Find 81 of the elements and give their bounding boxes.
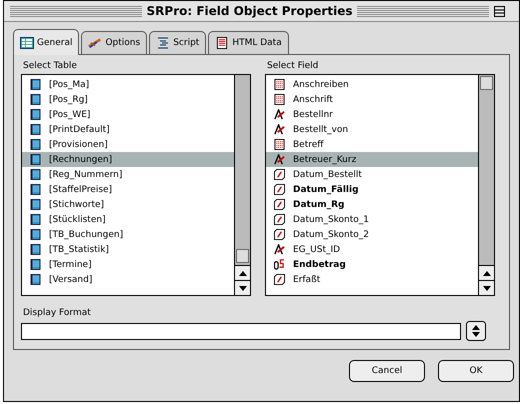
list-label: Select Table [22, 61, 78, 71]
stepper-icon[interactable] [466, 321, 486, 341]
table-item[interactable]: [StaffelPreise] [22, 182, 234, 197]
letter-a-icon [274, 154, 285, 165]
table-item[interactable]: [Stichworte] [22, 197, 234, 212]
table-item[interactable]: [Pos_Ma] [22, 77, 234, 92]
table-item[interactable]: [Pos_Rg] [22, 92, 234, 107]
letter-a-icon [274, 109, 285, 120]
window-title: SRPro: Field Object Properties [146, 4, 352, 18]
table-icon [30, 259, 41, 270]
table-icon [30, 139, 41, 150]
number-icon [274, 259, 285, 270]
table-item[interactable]: [TB_Statistik] [22, 242, 234, 257]
calendar-icon [274, 199, 285, 210]
field-label: Display Format [22, 308, 92, 318]
field-item[interactable]: Betreuer_Kurz [266, 152, 478, 167]
letter-a-icon [274, 124, 285, 135]
field-item[interactable]: Endbetrag [266, 257, 478, 272]
table-icon [30, 274, 41, 285]
field-item[interactable]: Datum_Bestellt [266, 167, 478, 182]
collapse-box-icon[interactable] [494, 6, 506, 16]
field-item[interactable]: Anschrift [266, 92, 478, 107]
table-icon [30, 184, 41, 195]
calendar-icon [274, 229, 285, 240]
field-item[interactable]: EG_USt_ID [266, 242, 478, 257]
up-arrow-icon[interactable] [238, 270, 246, 276]
table-icon [30, 124, 41, 135]
pencil-icon [88, 37, 102, 49]
table-icon [30, 199, 41, 210]
field-item[interactable]: Erfaßt [266, 272, 478, 287]
field-item[interactable]: Datum_Skonto_1 [266, 212, 478, 227]
text-field-icon [274, 94, 285, 105]
field-item[interactable]: Datum_Fällig [266, 182, 478, 197]
dialog-button[interactable]: Cancel [349, 360, 425, 382]
table-icon [30, 94, 41, 105]
down-arrow-icon[interactable] [482, 286, 490, 290]
table-item[interactable]: [Pos_WE] [22, 107, 234, 122]
table-icon [30, 169, 41, 180]
table-item[interactable]: [Termine] [22, 257, 234, 272]
scroll-thumb[interactable] [480, 76, 493, 90]
form-icon [20, 36, 34, 48]
down-arrow-icon[interactable] [238, 286, 246, 290]
field-item[interactable]: Datum_Rg [266, 197, 478, 212]
calendar-icon [274, 274, 285, 285]
calendar-icon [274, 169, 285, 180]
table-item[interactable]: [Rechnungen] [22, 152, 234, 167]
table-item[interactable]: [TB_Buchungen] [22, 227, 234, 242]
scrollbar[interactable] [478, 75, 494, 295]
tab[interactable]: Options [81, 31, 148, 54]
text-field-icon [274, 79, 285, 90]
up-arrow-icon[interactable] [482, 270, 490, 276]
calendar-icon [274, 184, 285, 195]
document-icon [215, 37, 230, 49]
field-item[interactable]: Bestellnr [266, 107, 478, 122]
field-item[interactable]: Betreff [266, 137, 478, 152]
table-icon [30, 154, 41, 165]
list-label: Select Field [266, 61, 320, 71]
table-icon [30, 109, 41, 120]
calendar-icon [274, 214, 285, 225]
display-format-field[interactable] [21, 322, 461, 340]
scroll-thumb[interactable] [236, 249, 249, 263]
scrollbar[interactable] [234, 75, 250, 295]
letter-a-icon [274, 244, 285, 255]
table-item[interactable]: [Reg_Nummern] [22, 167, 234, 182]
table-icon [30, 229, 41, 240]
table-icon [30, 244, 41, 255]
table-item[interactable]: [Versand] [22, 272, 234, 287]
dialog-button[interactable]: OK [438, 360, 514, 382]
field-item[interactable]: Datum_Skonto_2 [266, 227, 478, 242]
table-icon [30, 214, 41, 225]
text-field-icon [274, 139, 285, 150]
field-item[interactable]: Anschreiben [266, 77, 478, 92]
table-item[interactable]: [Provisionen] [22, 137, 234, 152]
script-icon [156, 37, 170, 49]
field-item[interactable]: Bestellt_von [266, 122, 478, 137]
table-item[interactable]: [Stücklisten] [22, 212, 234, 227]
tab[interactable]: Script [149, 31, 206, 54]
table-item[interactable]: [PrintDefault] [22, 122, 234, 137]
table-icon [30, 79, 41, 90]
tab[interactable]: General [13, 29, 80, 55]
tab[interactable]: HTML Data [208, 31, 289, 54]
